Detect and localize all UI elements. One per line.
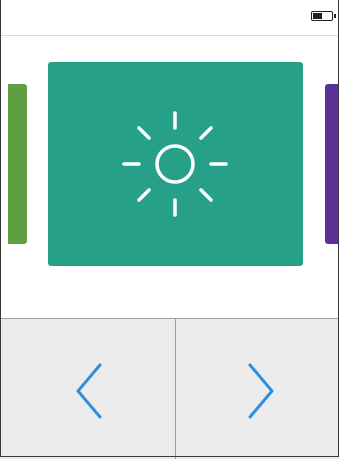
previous-card[interactable] (8, 84, 27, 244)
current-card[interactable] (48, 62, 303, 266)
next-button[interactable] (176, 319, 339, 459)
sun-icon (122, 111, 228, 217)
battery-icon (311, 11, 336, 21)
next-card[interactable] (325, 84, 339, 244)
carousel (0, 36, 339, 318)
status-bar (0, 0, 339, 35)
previous-button[interactable] (8, 319, 175, 459)
battery-level (313, 13, 322, 19)
navigation-bar (0, 318, 339, 459)
chevron-right-icon (248, 363, 274, 419)
chevron-left-icon (76, 363, 102, 419)
